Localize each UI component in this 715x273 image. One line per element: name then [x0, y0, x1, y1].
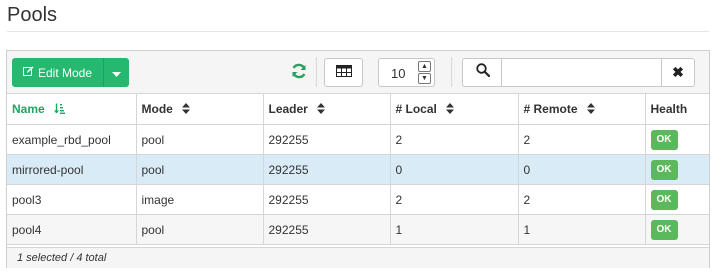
toolbar-divider	[316, 57, 317, 87]
page-size-stepper[interactable]: 10 ▲ ▼	[378, 58, 435, 87]
column-header-label: Name	[12, 102, 45, 116]
cell-remote: 2	[517, 124, 646, 155]
sort-asc-icon	[54, 103, 66, 116]
health-badge: OK	[650, 159, 678, 180]
edit-mode-dropdown-toggle[interactable]	[104, 58, 129, 87]
column-header-name[interactable]: Name	[7, 93, 137, 125]
decrement-button[interactable]: ▼	[418, 73, 431, 84]
cell-local: 0	[389, 154, 519, 185]
page-title: Pools	[7, 4, 58, 26]
sort-icon	[586, 103, 595, 116]
pools-table: Name Mode Leader # Local # Remote Health…	[7, 93, 709, 245]
cell-health: OK	[644, 184, 709, 215]
column-header-remote[interactable]: # Remote	[517, 93, 646, 125]
cell-leader: 292255	[262, 214, 391, 245]
search-icon	[475, 63, 490, 82]
health-badge: OK	[650, 189, 678, 210]
column-header-leader[interactable]: Leader	[262, 93, 391, 125]
table-row[interactable]: pool4 pool 292255 1 1 OK	[7, 214, 709, 245]
edit-mode-button-group: Edit Mode	[12, 58, 129, 87]
toolbar-divider	[451, 57, 452, 87]
cell-remote: 0	[517, 154, 646, 185]
column-toggle-button[interactable]	[324, 58, 363, 87]
column-header-label: Health	[650, 102, 688, 116]
cell-name: mirrored-pool	[7, 154, 137, 185]
cell-leader: 292255	[262, 184, 391, 215]
search-button[interactable]	[462, 58, 502, 87]
table-footer: 1 selected / 4 total	[7, 247, 709, 268]
table-row[interactable]: example_rbd_pool pool 292255 2 2 OK	[7, 124, 709, 155]
column-header-local[interactable]: # Local	[389, 93, 519, 125]
column-header-label: # Local	[395, 102, 437, 116]
cell-name: pool4	[7, 214, 137, 245]
column-header-label: # Remote	[523, 102, 578, 116]
cell-name: example_rbd_pool	[7, 124, 137, 155]
refresh-icon[interactable]	[291, 63, 307, 79]
table-icon	[335, 64, 352, 82]
search-input[interactable]	[501, 58, 662, 87]
cell-local: 2	[389, 184, 519, 215]
cell-mode: pool	[135, 154, 264, 185]
cell-name: pool3	[7, 184, 137, 215]
column-header-mode[interactable]: Mode	[135, 93, 264, 125]
table-row[interactable]: pool3 image 292255 2 2 OK	[7, 184, 709, 215]
sort-icon	[182, 103, 191, 116]
cell-local: 1	[389, 214, 519, 245]
close-icon: ✖	[672, 64, 684, 80]
column-header-label: Mode	[141, 102, 173, 116]
cell-mode: image	[135, 184, 264, 215]
edit-mode-button[interactable]: Edit Mode	[12, 58, 103, 87]
cell-local: 2	[389, 124, 519, 155]
cell-health: OK	[644, 154, 709, 185]
cell-leader: 292255	[262, 124, 391, 155]
title-divider	[7, 31, 709, 32]
edit-icon	[22, 66, 34, 80]
column-header-label: Leader	[268, 102, 308, 116]
cell-health: OK	[644, 124, 709, 155]
cell-health: OK	[644, 214, 709, 245]
table-row-selected[interactable]: mirrored-pool pool 292255 0 0 OK	[7, 154, 709, 185]
table-header-row: Name Mode Leader # Local # Remote Health	[7, 93, 709, 125]
cell-mode: pool	[135, 124, 264, 155]
health-badge: OK	[650, 129, 678, 150]
table-toolbar: Edit Mode 10 ▲ ▼ ✖	[7, 51, 709, 94]
edit-mode-label: Edit Mode	[37, 65, 93, 80]
column-header-health[interactable]: Health	[644, 93, 709, 125]
cell-leader: 292255	[262, 154, 391, 185]
increment-button[interactable]: ▲	[418, 61, 431, 72]
caret-down-icon	[112, 66, 121, 80]
sort-icon	[446, 103, 455, 116]
pools-table-panel: Edit Mode 10 ▲ ▼ ✖ Name Mode Leader # Lo…	[6, 50, 710, 268]
selection-summary: 1 selected / 4 total	[17, 252, 107, 264]
cell-remote: 2	[517, 184, 646, 215]
cell-mode: pool	[135, 214, 264, 245]
clear-search-button[interactable]: ✖	[661, 58, 695, 87]
cell-remote: 1	[517, 214, 646, 245]
health-badge: OK	[650, 219, 678, 240]
page-size-value: 10	[391, 66, 406, 81]
sort-icon	[317, 103, 326, 116]
